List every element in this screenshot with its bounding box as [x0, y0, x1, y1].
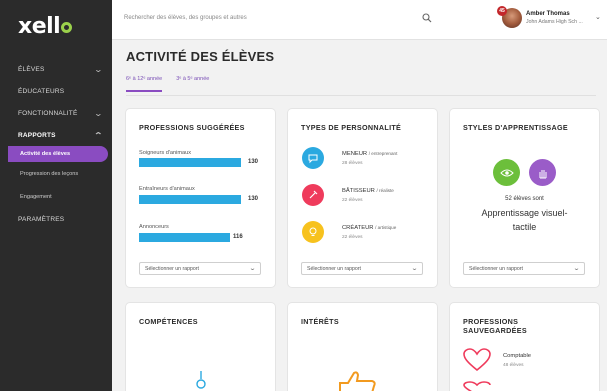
chevron-down-icon: ⌄ [93, 108, 104, 118]
card-competences: COMPÉTENCES [126, 303, 275, 391]
tab-3-5[interactable]: 3ᵉ à 5ᵉ année [176, 76, 209, 92]
chevron-up-icon: ⌃ [93, 130, 104, 140]
report-select[interactable]: Sélectionner un rapport ⌄ [463, 262, 585, 275]
learning-style-line2: tactile [512, 222, 537, 232]
chevron-down-icon: ⌄ [93, 64, 104, 74]
select-label: Sélectionner un rapport [469, 266, 523, 272]
hammer-icon [302, 184, 324, 206]
card-professions-suggerees: PROFESSIONS SUGGÉRÉES Soigneurs d'animau… [126, 109, 275, 287]
profession-bar[interactable] [139, 233, 230, 242]
card-types-personnalite: TYPES DE PERSONNALITÉ MENEUR / entrepren… [288, 109, 437, 287]
profession-value: 116 [233, 234, 243, 240]
personality-name: CRÉATEUR / artistique [342, 225, 397, 231]
sidebar-item-eleves[interactable]: ÉLÈVES ⌄ [0, 58, 112, 80]
card-title: PROFESSIONS SUGGÉRÉES [139, 123, 245, 132]
sidebar-item-label: ÉDUCATEURS [18, 87, 65, 95]
sidebar-item-educateurs[interactable]: ÉDUCATEURS [0, 80, 112, 102]
saved-profession-count: 48 élèves [503, 363, 524, 368]
search-input[interactable]: Rechercher des élèves, des groupes et au… [124, 15, 444, 21]
profession-label: Entraîneurs d'animaux [139, 186, 195, 192]
user-school: John Adams High Sch ... [526, 19, 583, 25]
sidebar-item-fonctionnalite[interactable]: FONCTIONNALITÉ ⌄ [0, 102, 112, 124]
user-name[interactable]: Amber Thomas [526, 11, 570, 17]
sidebar-item-label: RAPPORTS [18, 131, 56, 139]
profession-label: Annonceurs [139, 224, 169, 230]
logo-text: xell [18, 13, 61, 39]
sidebar-subitem-engagement[interactable]: Engagement [0, 185, 112, 208]
pen-tool-icon [196, 371, 206, 389]
sidebar-subitem-progression[interactable]: Progression des leçons [0, 162, 112, 185]
profession-label: Soigneurs d'animaux [139, 150, 192, 156]
speech-bubble-icon [302, 147, 324, 169]
personality-name: MENEUR / entreprenant [342, 151, 398, 157]
card-title: INTÉRÊTS [301, 317, 339, 326]
page-title: ACTIVITÉ DES ÉLÈVES [126, 49, 275, 64]
tabs-divider [126, 95, 596, 96]
saved-profession-label[interactable]: Comptable [503, 353, 531, 359]
xello-logo[interactable]: xell [0, 0, 112, 52]
card-title: PROFESSIONS SAUVEGARDÉES [463, 317, 527, 336]
sidebar-item-label: PARAMÈTRES [18, 215, 65, 223]
chevron-down-icon: ⌄ [410, 266, 419, 272]
notification-badge[interactable]: 45 [497, 6, 507, 16]
profession-bar[interactable] [139, 158, 241, 167]
search-icon[interactable] [422, 13, 432, 23]
learning-style-line1: Apprentissage visuel- [481, 208, 568, 218]
heart-icon[interactable] [463, 381, 491, 391]
select-label: Sélectionner un rapport [307, 266, 361, 272]
grade-tabs: 6ᵉ à 12ᵉ année 3ᵉ à 5ᵉ année [126, 76, 209, 92]
card-title: COMPÉTENCES [139, 317, 198, 326]
logo-o-ring [61, 21, 73, 33]
learning-count: 52 élèves sont [505, 196, 544, 202]
tab-6-12[interactable]: 6ᵉ à 12ᵉ année [126, 76, 163, 92]
chevron-down-icon[interactable]: ⌄ [595, 13, 601, 21]
personality-count: 28 élèves [342, 161, 363, 166]
personality-name: BÂTISSEUR / réaliste [342, 188, 394, 194]
card-title: TYPES DE PERSONNALITÉ [301, 123, 402, 132]
sidebar-item-parametres[interactable]: PARAMÈTRES [0, 208, 112, 230]
card-interets: INTÉRÊTS [288, 303, 437, 391]
profession-value: 130 [248, 159, 259, 165]
sidebar-subitem-activite[interactable]: Activité des élèves [8, 146, 108, 162]
chevron-down-icon: ⌄ [572, 266, 581, 272]
lightbulb-icon [302, 221, 324, 243]
sidebar: xell ÉLÈVES ⌄ ÉDUCATEURS FONCTIONNALITÉ … [0, 0, 112, 391]
heart-icon[interactable] [463, 348, 491, 372]
card-styles-apprentissage: STYLES D'APPRENTISSAGE 52 élèves sont Ap… [450, 109, 599, 287]
chevron-down-icon: ⌄ [248, 266, 257, 272]
eye-icon[interactable] [493, 159, 520, 186]
thumbs-up-icon [339, 371, 376, 391]
personality-count: 22 élèves [342, 235, 363, 240]
profession-bar[interactable] [139, 195, 241, 204]
topbar: Rechercher des élèves, des groupes et au… [112, 0, 607, 40]
sidebar-item-label: ÉLÈVES [18, 65, 45, 73]
hand-icon[interactable] [529, 159, 556, 186]
sidebar-item-rapports[interactable]: RAPPORTS ⌃ [0, 124, 112, 146]
report-select[interactable]: Sélectionner un rapport ⌄ [301, 262, 423, 275]
card-title: STYLES D'APPRENTISSAGE [463, 123, 568, 132]
profession-value: 130 [248, 196, 259, 202]
report-select[interactable]: Sélectionner un rapport ⌄ [139, 262, 261, 275]
sidebar-nav: ÉLÈVES ⌄ ÉDUCATEURS FONCTIONNALITÉ ⌄ RAP… [0, 58, 112, 230]
sidebar-item-label: FONCTIONNALITÉ [18, 109, 78, 117]
card-professions-sauvegardees: PROFESSIONS SAUVEGARDÉES Comptable 48 élè… [450, 303, 599, 391]
select-label: Sélectionner un rapport [145, 266, 199, 272]
personality-count: 22 élèves [342, 198, 363, 203]
